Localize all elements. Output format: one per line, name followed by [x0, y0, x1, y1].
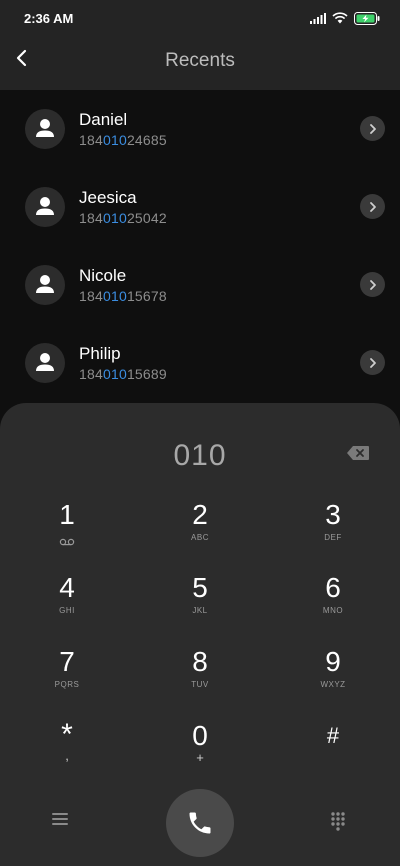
key-digit: 7: [59, 646, 75, 677]
number-match: 010: [102, 366, 127, 382]
chevron-right-icon: [369, 357, 376, 368]
key-digit: 0: [192, 720, 208, 751]
status-time: 2:36 AM: [24, 10, 74, 26]
key-7[interactable]: 7 PQRS: [12, 646, 122, 708]
chevron-right-icon: [369, 123, 376, 134]
number-suffix: 15689: [126, 366, 167, 382]
key-0[interactable]: 0 +: [145, 720, 255, 782]
contact-number: 18401025042: [79, 210, 167, 226]
key-letters: ABC: [191, 533, 209, 542]
menu-button[interactable]: [50, 811, 72, 829]
number-match: 010: [102, 288, 127, 304]
avatar: [25, 265, 65, 305]
avatar: [25, 109, 65, 149]
key-digit: 3: [325, 499, 341, 530]
number-match: 010: [102, 132, 127, 148]
phone-icon: [189, 812, 211, 834]
key-letters: GHI: [59, 606, 75, 615]
key-digit: 8: [192, 646, 208, 677]
number-prefix: 184: [79, 132, 103, 148]
key-digit: 9: [325, 646, 341, 677]
contact-number: 18401015689: [79, 366, 167, 382]
key-digit: *: [61, 718, 73, 751]
contact-name: Daniel: [79, 110, 128, 129]
key-letters: DEF: [324, 533, 342, 542]
backspace-icon: [347, 446, 369, 460]
key-letters: ,: [65, 748, 69, 763]
number-suffix: 25042: [126, 210, 167, 226]
status-icons: [310, 11, 380, 25]
list-item[interactable]: Jeesica 18401025042: [0, 168, 400, 246]
contact-name: Jeesica: [79, 188, 137, 207]
key-letters: PQRS: [54, 680, 80, 689]
key-digit: 2: [192, 499, 208, 530]
key-6[interactable]: 6 MNO: [278, 572, 388, 634]
voicemail-icon: [12, 533, 122, 551]
avatar: [25, 187, 65, 227]
chevron-right-icon: [369, 279, 376, 290]
number-match: 010: [102, 210, 127, 226]
key-letters: WXYZ: [320, 680, 346, 689]
chevron-right-icon: [369, 201, 376, 212]
number-prefix: 184: [79, 210, 103, 226]
key-8[interactable]: 8 TUV: [145, 646, 255, 708]
contact-details-button[interactable]: [360, 350, 385, 375]
number-prefix: 184: [79, 366, 103, 382]
key-letters: MNO: [322, 606, 344, 615]
wifi-icon: [332, 12, 348, 24]
call-button[interactable]: [166, 789, 234, 857]
key-digit: 4: [59, 572, 75, 603]
contact-number: 18401024685: [79, 132, 167, 148]
key-digit: 5: [192, 572, 208, 603]
contact-details-button[interactable]: [360, 116, 385, 141]
list-item[interactable]: Philip 18401015689: [0, 324, 400, 402]
dialpad-grid-icon: [331, 812, 345, 831]
key-letters: +: [196, 750, 204, 765]
number-suffix: 24685: [126, 132, 167, 148]
person-icon: [36, 119, 54, 137]
dialpad: 010 1 2 ABC 3 DEF 4 GHI 5 JKL 6 MNO 7 PQ…: [0, 403, 400, 866]
avatar: [25, 343, 65, 383]
signal-icon: [310, 12, 326, 24]
list-item[interactable]: Nicole 18401015678: [0, 246, 400, 324]
dialed-number: 010: [173, 439, 227, 472]
key-digit: 6: [325, 572, 341, 603]
key-5[interactable]: 5 JKL: [145, 572, 255, 634]
key-digit: #: [326, 723, 340, 748]
key-9[interactable]: 9 WXYZ: [278, 646, 388, 708]
header: Recents: [0, 36, 400, 90]
number-suffix: 15678: [126, 288, 167, 304]
person-icon: [36, 275, 54, 293]
backspace-button[interactable]: [346, 445, 372, 465]
contact-name: Philip: [79, 344, 121, 363]
page-title: Recents: [165, 50, 235, 71]
contact-name: Nicole: [79, 266, 127, 285]
person-icon: [36, 197, 54, 215]
key-3[interactable]: 3 DEF: [278, 499, 388, 561]
battery-charging-icon: [354, 11, 380, 25]
person-icon: [36, 353, 54, 371]
number-prefix: 184: [79, 288, 103, 304]
recent-calls-list: Daniel 18401024685 Jeesica 18401025042 N…: [0, 90, 400, 410]
list-item[interactable]: Daniel 18401024685: [0, 90, 400, 168]
key-hash[interactable]: #: [278, 720, 388, 782]
key-2[interactable]: 2 ABC: [145, 499, 255, 561]
key-4[interactable]: 4 GHI: [12, 572, 122, 634]
status-bar: 2:36 AM: [0, 0, 400, 36]
hamburger-menu-icon: [52, 813, 68, 825]
contact-details-button[interactable]: [360, 272, 385, 297]
key-digit: 1: [59, 499, 75, 530]
contact-number: 18401015678: [79, 288, 167, 304]
key-1[interactable]: 1: [12, 499, 122, 561]
contact-details-button[interactable]: [360, 194, 385, 219]
keypad-toggle-button[interactable]: [330, 811, 348, 833]
key-letters: JKL: [192, 606, 208, 615]
key-star[interactable]: * ,: [12, 720, 122, 782]
key-letters: TUV: [191, 680, 209, 689]
